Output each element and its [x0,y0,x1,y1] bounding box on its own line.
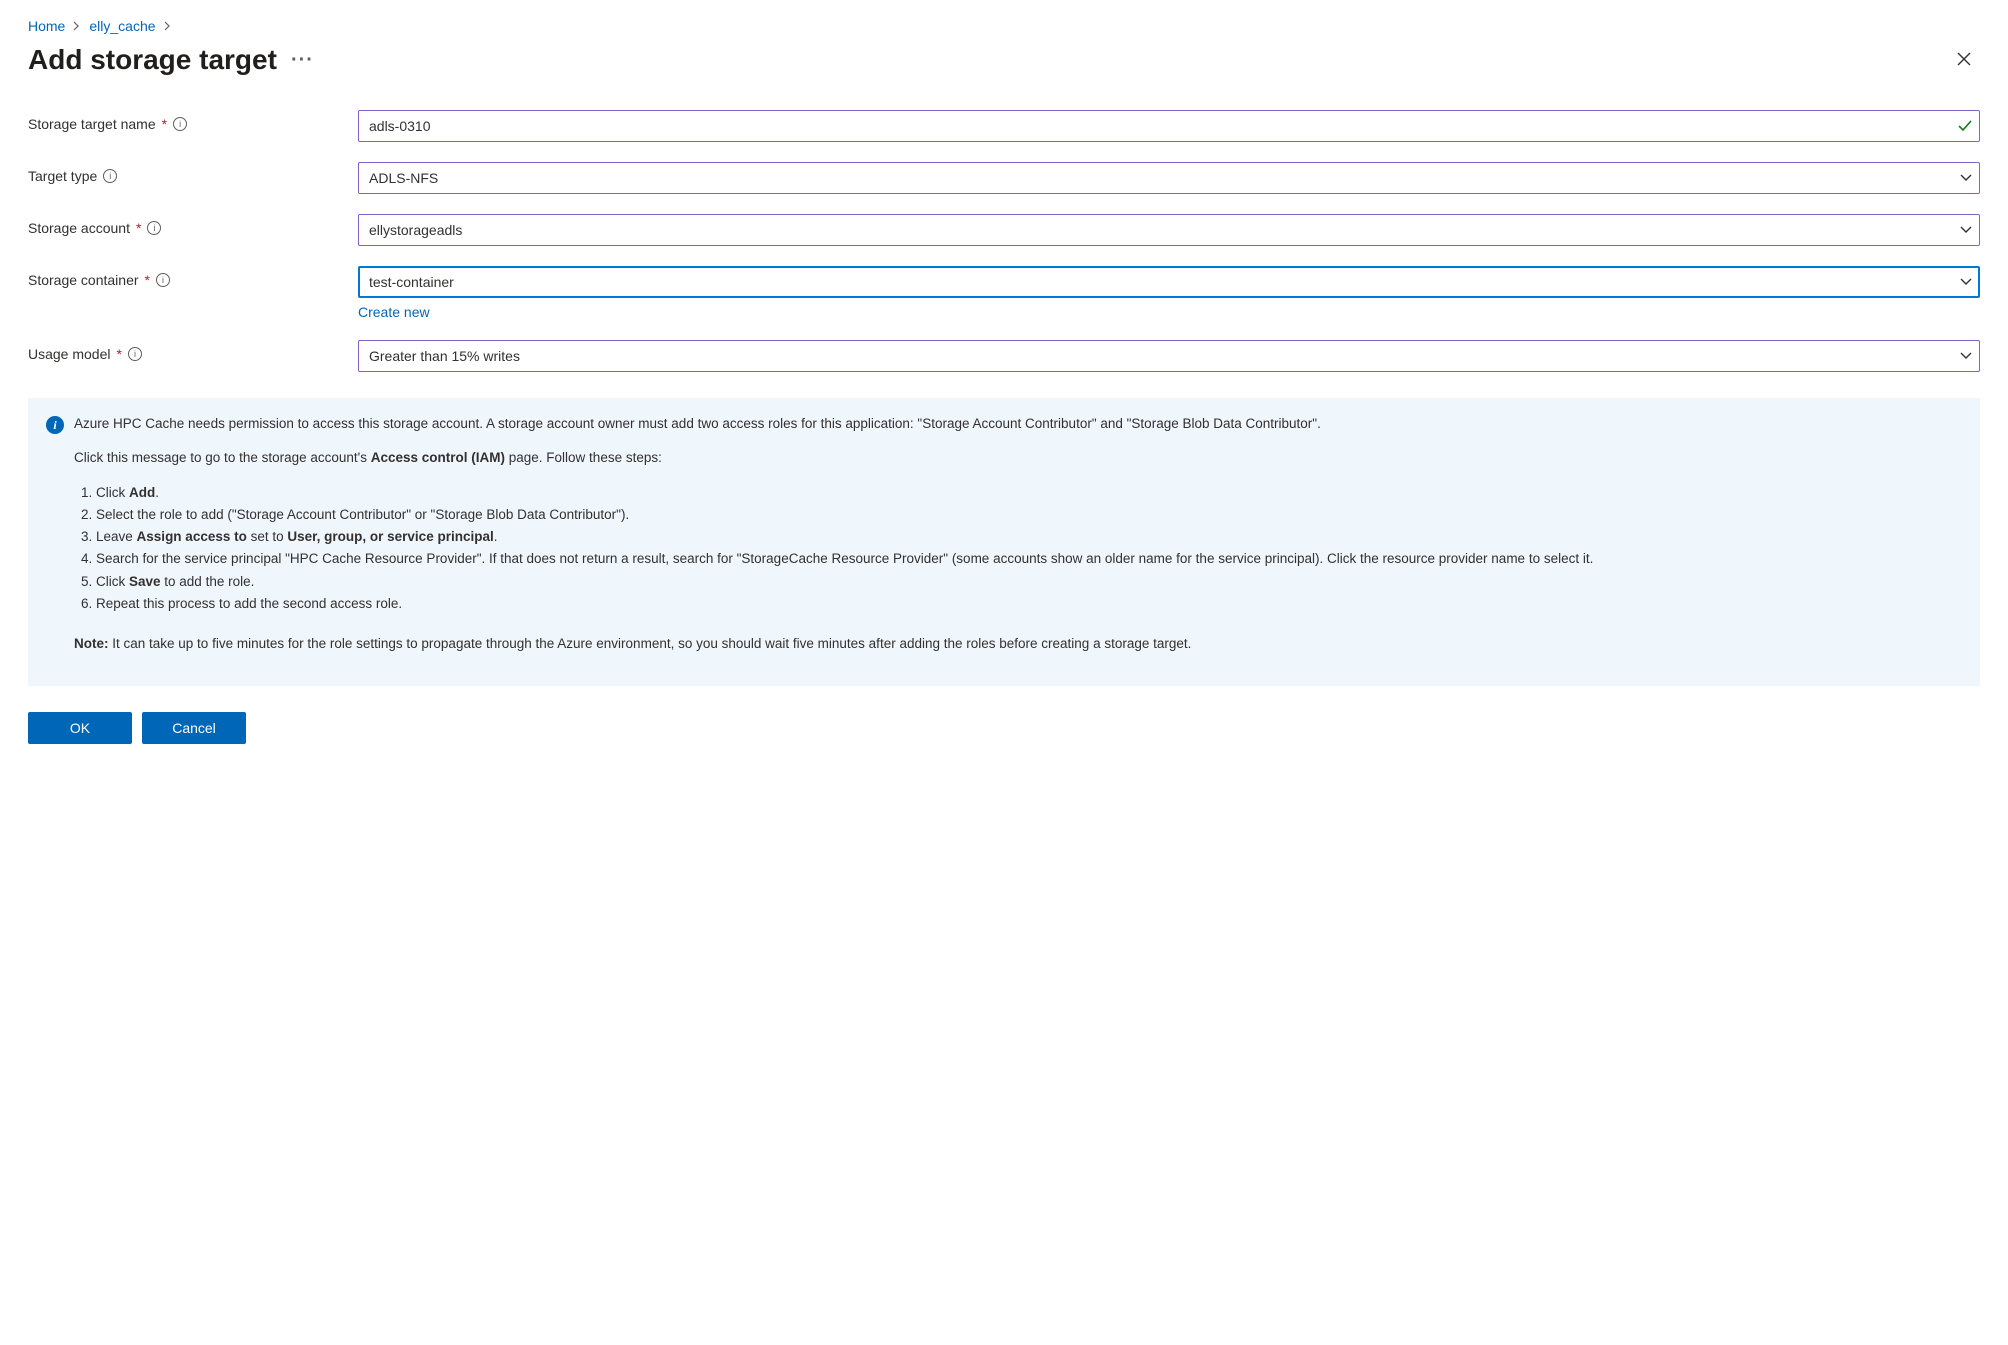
info-icon[interactable]: i [173,117,187,131]
more-icon[interactable]: ··· [291,50,314,70]
ok-button[interactable]: OK [28,712,132,744]
info-icon[interactable]: i [103,169,117,183]
info-note: Note: It can take up to five minutes for… [74,634,1962,654]
usage-select[interactable]: Greater than 15% writes [358,340,1980,372]
account-label: Storage account [28,220,130,236]
close-icon [1957,52,1971,66]
info-icon[interactable]: i [128,347,142,361]
info-icon: i [46,416,64,434]
breadcrumb-home[interactable]: Home [28,18,65,34]
info-icon[interactable]: i [156,273,170,287]
type-label: Target type [28,168,97,184]
page-title: Add storage target ··· [28,44,314,76]
container-select[interactable]: test-container [358,266,1980,298]
account-select[interactable]: ellystorageadls [358,214,1980,246]
required-marker: * [162,116,167,132]
required-marker: * [136,220,141,236]
name-label: Storage target name [28,116,156,132]
breadcrumb: Home elly_cache [28,18,1980,34]
info-paragraph-1: Azure HPC Cache needs permission to acce… [74,414,1962,434]
required-marker: * [145,272,150,288]
type-select[interactable]: ADLS-NFS [358,162,1980,194]
usage-label: Usage model [28,346,111,362]
info-icon[interactable]: i [147,221,161,235]
create-new-link[interactable]: Create new [358,304,1980,320]
chevron-right-icon [164,18,172,34]
cancel-button[interactable]: Cancel [142,712,246,744]
info-paragraph-2: Click this message to go to the storage … [74,448,1962,468]
container-label: Storage container [28,272,139,288]
chevron-right-icon [73,18,81,34]
info-steps: Click Add. Select the role to add ("Stor… [74,483,1962,615]
name-input[interactable] [358,110,1980,142]
close-button[interactable] [1948,44,1980,76]
required-marker: * [117,346,122,362]
info-message[interactable]: i Azure HPC Cache needs permission to ac… [28,398,1980,686]
breadcrumb-cache[interactable]: elly_cache [89,18,155,34]
